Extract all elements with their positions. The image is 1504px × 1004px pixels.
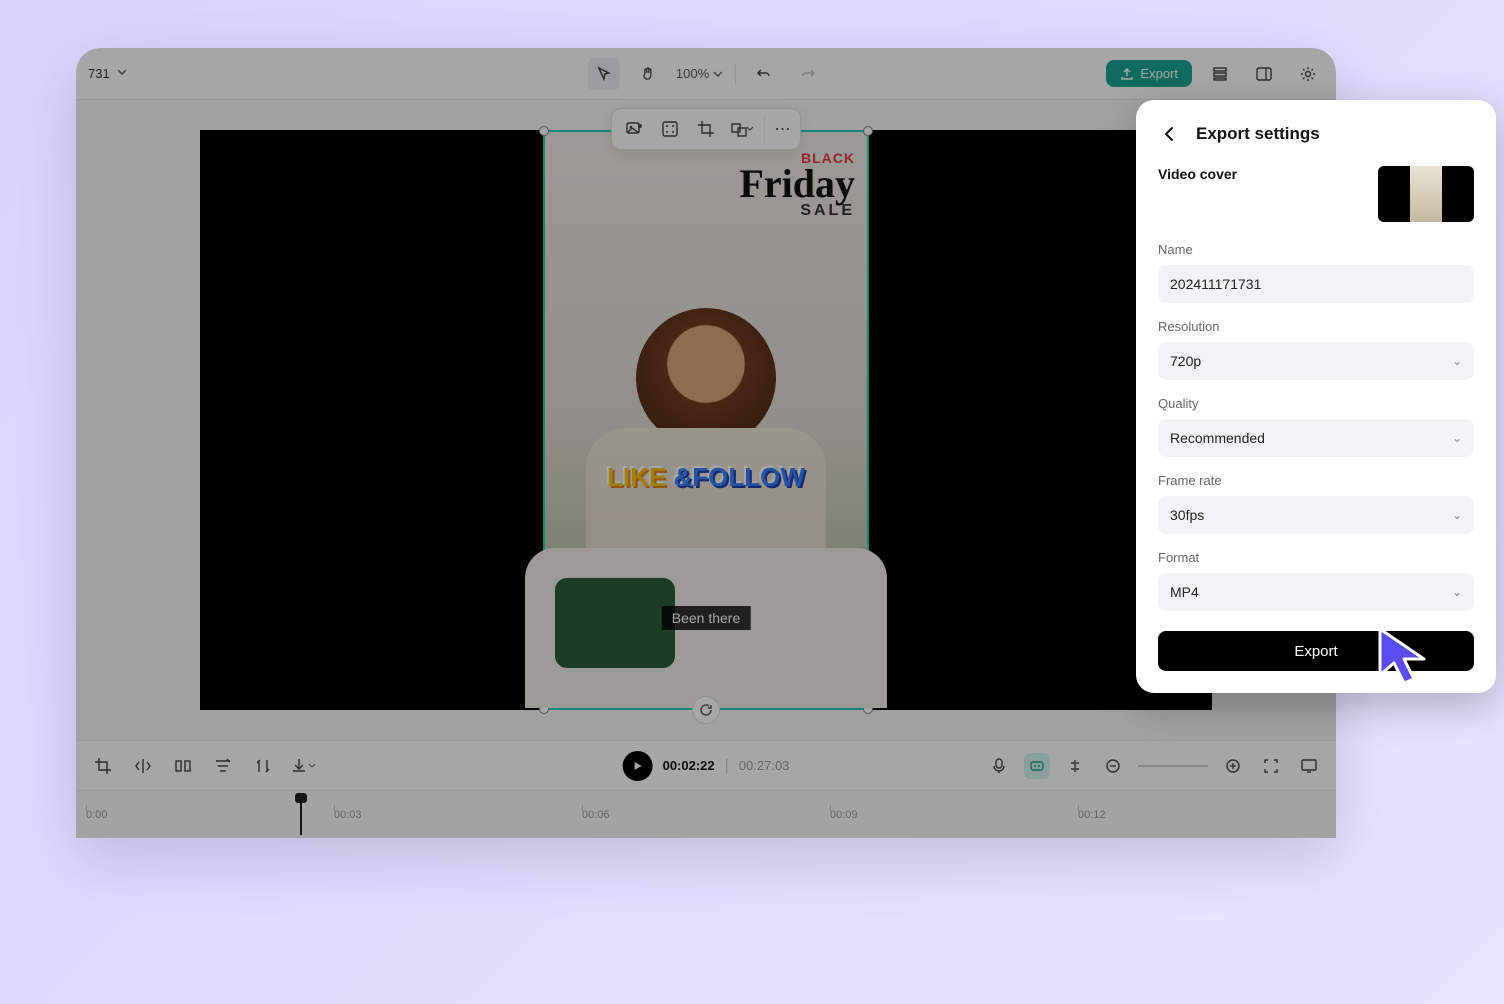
cushion bbox=[555, 578, 675, 668]
crop-icon[interactable] bbox=[692, 115, 720, 143]
playback-bar: 00:02:22 | 00:27:03 bbox=[76, 740, 1336, 790]
download-icon[interactable] bbox=[290, 753, 316, 779]
playhead[interactable] bbox=[300, 795, 302, 835]
name-input[interactable] bbox=[1158, 265, 1474, 303]
name-label: Name bbox=[1158, 242, 1474, 257]
chevron-down-icon: ⌄ bbox=[1452, 354, 1462, 368]
timeline-tick: 0:00 bbox=[86, 809, 334, 821]
display-icon[interactable] bbox=[1296, 753, 1322, 779]
filter-icon[interactable] bbox=[210, 753, 236, 779]
element-toolbar: ⋯ bbox=[611, 108, 801, 150]
playback-right bbox=[986, 753, 1322, 779]
align-icon[interactable] bbox=[1062, 753, 1088, 779]
chevron-down-icon bbox=[116, 66, 128, 81]
undo-button[interactable] bbox=[748, 58, 780, 90]
zoom-out-icon[interactable] bbox=[1100, 753, 1126, 779]
transform-icon[interactable] bbox=[728, 115, 756, 143]
resolution-select[interactable]: 720p ⌄ bbox=[1158, 342, 1474, 380]
current-time: 00:02:22 bbox=[663, 758, 715, 773]
resolution-label: Resolution bbox=[1158, 319, 1474, 334]
timeline-tick: 00:12 bbox=[1078, 809, 1326, 821]
back-button[interactable] bbox=[1158, 122, 1182, 146]
total-time: 00:27:03 bbox=[739, 758, 790, 773]
timeline-ruler[interactable]: 0:00 00:03 00:06 00:09 00:12 bbox=[76, 790, 1336, 838]
timeline-tick: 00:06 bbox=[582, 809, 830, 821]
rotate-handle[interactable] bbox=[692, 696, 720, 724]
divider bbox=[735, 64, 736, 84]
video-title-overlay: BLACK Friday SALE bbox=[739, 150, 855, 220]
quality-label: Quality bbox=[1158, 396, 1474, 411]
chevron-down-icon: ⌄ bbox=[1452, 585, 1462, 599]
project-title-text: 731 bbox=[88, 66, 110, 81]
export-icon bbox=[1120, 67, 1134, 81]
zoom-in-icon[interactable] bbox=[1220, 753, 1246, 779]
trim-icon[interactable] bbox=[250, 753, 276, 779]
resize-handle-tl[interactable] bbox=[539, 126, 549, 136]
caption-text: Been there bbox=[662, 606, 751, 630]
overlay-friday: Friday bbox=[739, 166, 855, 202]
export-panel-title: Export settings bbox=[1196, 124, 1320, 144]
quality-select[interactable]: Recommended ⌄ bbox=[1158, 419, 1474, 457]
quality-field: Quality Recommended ⌄ bbox=[1158, 396, 1474, 457]
framerate-label: Frame rate bbox=[1158, 473, 1474, 488]
redo-button[interactable] bbox=[792, 58, 824, 90]
format-label: Format bbox=[1158, 550, 1474, 565]
panel-toggle-icon[interactable] bbox=[1248, 58, 1280, 90]
more-icon[interactable]: ⋯ bbox=[764, 115, 792, 143]
canvas-background: BLACK Friday SALE LIKE &FOLLOW Been ther… bbox=[200, 130, 1212, 710]
fit-icon[interactable] bbox=[1258, 753, 1284, 779]
timeline-tick: 00:03 bbox=[334, 809, 582, 821]
export-settings-panel: Export settings Video cover Name Resolut… bbox=[1136, 100, 1496, 693]
video-cover-thumbnail[interactable] bbox=[1378, 166, 1474, 222]
play-button[interactable] bbox=[623, 751, 653, 781]
format-select[interactable]: MP4 ⌄ bbox=[1158, 573, 1474, 611]
replace-media-icon[interactable] bbox=[620, 115, 648, 143]
playback-center: 00:02:22 | 00:27:03 bbox=[623, 751, 790, 781]
export-button-toolbar[interactable]: Export bbox=[1106, 60, 1192, 87]
video-cover-label: Video cover bbox=[1158, 166, 1237, 182]
framerate-value: 30fps bbox=[1170, 507, 1204, 523]
chevron-down-icon: ⌄ bbox=[1452, 431, 1462, 445]
thumbnail-preview bbox=[1410, 166, 1442, 222]
timeline-tick: 00:09 bbox=[830, 809, 1078, 821]
resolution-value: 720p bbox=[1170, 353, 1201, 369]
project-title[interactable]: 731 bbox=[88, 66, 128, 81]
hand-tool[interactable] bbox=[632, 58, 664, 90]
video-element-selected[interactable]: BLACK Friday SALE LIKE &FOLLOW Been ther… bbox=[543, 130, 869, 710]
resize-handle-tr[interactable] bbox=[863, 126, 873, 136]
zoom-level[interactable]: 100% bbox=[676, 66, 723, 81]
export-panel-header: Export settings bbox=[1158, 122, 1474, 146]
resolution-field: Resolution 720p ⌄ bbox=[1158, 319, 1474, 380]
toolbar-right: Export bbox=[1106, 58, 1324, 90]
like-text: LIKE bbox=[607, 462, 666, 492]
person-head bbox=[636, 308, 776, 448]
ai-icon[interactable] bbox=[1024, 753, 1050, 779]
settings-icon[interactable] bbox=[1292, 58, 1324, 90]
adjust-icon[interactable] bbox=[656, 115, 684, 143]
toolbar-center: 100% bbox=[588, 58, 824, 90]
name-field: Name bbox=[1158, 242, 1474, 303]
framerate-field: Frame rate 30fps ⌄ bbox=[1158, 473, 1474, 534]
top-toolbar: 731 100% bbox=[76, 48, 1336, 100]
format-field: Format MP4 ⌄ bbox=[1158, 550, 1474, 611]
zoom-value: 100% bbox=[676, 66, 709, 81]
chevron-down-icon: ⌄ bbox=[1452, 508, 1462, 522]
cursor-illustration bbox=[1374, 625, 1434, 685]
cursor-tool[interactable] bbox=[588, 58, 620, 90]
mic-icon[interactable] bbox=[986, 753, 1012, 779]
flip-icon[interactable] bbox=[130, 753, 156, 779]
like-follow-overlay: LIKE &FOLLOW bbox=[545, 462, 867, 493]
crop-tool-icon[interactable] bbox=[90, 753, 116, 779]
format-value: MP4 bbox=[1170, 584, 1199, 600]
video-cover-row: Video cover bbox=[1158, 166, 1474, 222]
export-button-label: Export bbox=[1140, 66, 1178, 81]
split-icon[interactable] bbox=[170, 753, 196, 779]
framerate-select[interactable]: 30fps ⌄ bbox=[1158, 496, 1474, 534]
follow-text: &FOLLOW bbox=[666, 462, 805, 492]
layers-icon[interactable] bbox=[1204, 58, 1236, 90]
zoom-slider[interactable] bbox=[1138, 765, 1208, 767]
quality-value: Recommended bbox=[1170, 430, 1265, 446]
